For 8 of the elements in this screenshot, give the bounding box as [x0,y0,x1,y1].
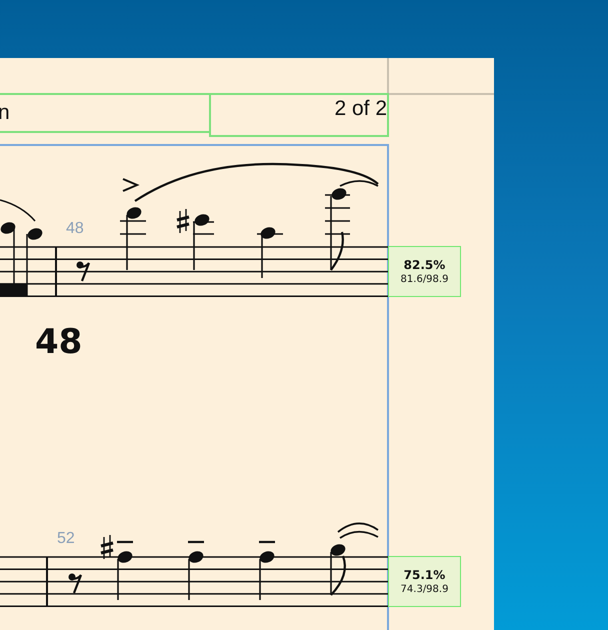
measure-number: 52 [57,530,75,548]
page-indicator: 2 of 2 [334,97,387,121]
fit-percentage: 82.5% [404,258,446,272]
fit-percentage: 75.1% [404,568,446,582]
rehearsal-mark: 48 [35,322,82,362]
measure-number: 48 [66,220,84,238]
fit-ratio: 81.6/98.9 [400,274,448,285]
fit-ratio: 74.3/98.9 [400,584,448,595]
